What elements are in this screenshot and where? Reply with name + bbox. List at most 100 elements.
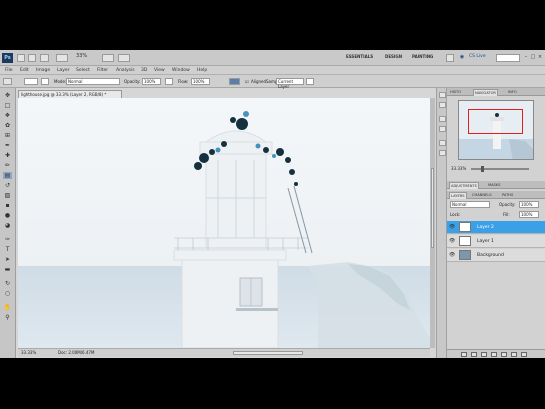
airbrush-toggle[interactable]	[229, 78, 240, 85]
menu-analysis[interactable]: Analysis	[116, 68, 135, 73]
brush-size-picker[interactable]	[24, 78, 38, 85]
history-brush-tool-icon[interactable]: ↺	[3, 182, 12, 189]
dodge-tool-icon[interactable]: ◕	[3, 222, 12, 229]
new-layer-icon[interactable]	[511, 352, 517, 357]
menu-3d[interactable]: 3D	[141, 68, 147, 73]
horizontal-scrollbar[interactable]	[233, 351, 303, 355]
character-panel-icon[interactable]	[439, 140, 446, 146]
marquee-tool-icon[interactable]: □	[3, 102, 12, 109]
workspace-design[interactable]: DESIGN	[385, 54, 402, 59]
menu-edit[interactable]: Edit	[20, 68, 29, 73]
link-layers-icon[interactable]	[461, 352, 467, 357]
tab-navigator[interactable]: NAVIGATOR	[473, 89, 498, 96]
clone-stamp-preset-icon[interactable]	[3, 78, 12, 85]
workspace-painting[interactable]: PAINTING	[412, 54, 433, 59]
3d-rotate-tool-icon[interactable]: ↻	[3, 280, 12, 287]
aligned-checkbox[interactable]: ☑	[245, 79, 249, 84]
zoom-tool-icon[interactable]: ⚲	[3, 314, 12, 321]
ignore-adjustment-toggle[interactable]	[306, 78, 314, 85]
visibility-eye-icon[interactable]: 👁	[449, 224, 455, 230]
menu-layer[interactable]: Layer	[57, 68, 70, 73]
shape-tool-icon[interactable]: ▬	[3, 266, 12, 273]
adjustment-layer-icon[interactable]	[491, 352, 497, 357]
document-canvas[interactable]	[18, 98, 430, 348]
add-mask-icon[interactable]	[481, 352, 487, 357]
blend-mode-select[interactable]: Normal	[450, 201, 490, 208]
cs-live-icon[interactable]: ◉	[459, 53, 465, 61]
tab-adjustments[interactable]: ADJUSTMENTS	[449, 182, 479, 189]
gradient-tool-icon[interactable]: ▪	[3, 202, 12, 209]
tab-masks[interactable]: MASKS	[487, 182, 501, 189]
menu-image[interactable]: Image	[36, 68, 50, 73]
layer-style-icon[interactable]	[471, 352, 477, 357]
layer-row-background[interactable]: 👁 Background	[447, 249, 545, 262]
history-panel-icon[interactable]	[439, 92, 446, 98]
eyedropper-tool-icon[interactable]: ✒	[3, 142, 12, 149]
navigator-zoom-value[interactable]: 33.33%	[451, 166, 466, 171]
more-workspaces-button[interactable]	[446, 54, 454, 62]
opacity-field[interactable]: 100%	[142, 78, 161, 85]
vertical-scrollbar[interactable]	[430, 98, 435, 348]
tab-info[interactable]: INFO	[507, 89, 518, 96]
actions-panel-icon[interactable]	[439, 102, 446, 108]
navigator-zoom-slider[interactable]	[471, 166, 529, 172]
tab-histogram[interactable]: HISTO	[449, 89, 462, 96]
layer-fill-field[interactable]: 100%	[519, 211, 539, 218]
type-tool-icon[interactable]: T	[3, 246, 12, 253]
quick-selection-tool-icon[interactable]: ✿	[3, 122, 12, 129]
extras-button[interactable]	[40, 54, 49, 62]
visibility-eye-icon[interactable]: 👁	[449, 238, 455, 244]
cs-live-label[interactable]: CS Live	[469, 54, 486, 59]
menu-select[interactable]: Select	[76, 68, 90, 73]
mini-bridge-button[interactable]	[28, 54, 36, 62]
menu-view[interactable]: View	[154, 68, 165, 73]
sample-select[interactable]: Current Layer	[276, 78, 304, 89]
blur-tool-icon[interactable]: ●	[3, 212, 12, 219]
minimize-icon[interactable]: –	[523, 53, 529, 61]
menu-filter[interactable]: Filter	[97, 68, 108, 73]
eraser-tool-icon[interactable]: ▧	[3, 192, 12, 199]
tab-channels[interactable]: CHANNELS	[471, 192, 493, 199]
search-input[interactable]	[496, 54, 520, 62]
document-tab[interactable]: lighthouse.jpg @ 33.3% (Layer 2, RGB/8) …	[18, 90, 122, 98]
bridge-button[interactable]	[17, 54, 25, 62]
3d-camera-tool-icon[interactable]: ○	[3, 290, 12, 297]
clone-source-panel-icon[interactable]	[439, 126, 446, 132]
menu-window[interactable]: Window	[172, 68, 190, 73]
workspace-essentials[interactable]: ESSENTIALS	[346, 54, 373, 59]
arrange-documents-button[interactable]	[102, 54, 114, 62]
crop-tool-icon[interactable]: ⊞	[3, 132, 12, 139]
paragraph-panel-icon[interactable]	[439, 150, 446, 156]
maximize-icon[interactable]: □	[530, 53, 536, 61]
clone-source-toggle[interactable]	[41, 78, 49, 85]
layer-row-layer-2[interactable]: 👁 Layer 2	[447, 221, 545, 234]
navigator-slider-knob[interactable]	[481, 166, 484, 172]
move-tool-icon[interactable]: ✥	[3, 92, 12, 99]
screen-mode-button[interactable]	[118, 54, 130, 62]
menu-help[interactable]: Help	[197, 68, 207, 73]
clone-stamp-tool-icon[interactable]: ▤	[3, 172, 12, 179]
healing-brush-tool-icon[interactable]: ✚	[3, 152, 12, 159]
scroll-thumb[interactable]	[431, 168, 434, 248]
close-icon[interactable]: ×	[537, 53, 543, 61]
visibility-eye-icon[interactable]: 👁	[449, 252, 455, 258]
navigator-preview[interactable]	[458, 100, 534, 160]
tab-paths[interactable]: PATHS	[501, 192, 514, 199]
tab-layers[interactable]: LAYERS	[449, 192, 467, 199]
layer-row-layer-1[interactable]: 👁 Layer 1	[447, 235, 545, 248]
lasso-tool-icon[interactable]: ❖	[3, 112, 12, 119]
layer-opacity-field[interactable]: 100%	[519, 201, 539, 208]
status-zoom[interactable]: 33.33%	[21, 349, 36, 357]
mode-select[interactable]: Normal	[66, 78, 120, 85]
brush-panel-icon[interactable]	[439, 116, 446, 122]
menu-file[interactable]: File	[5, 68, 13, 73]
flow-field[interactable]: 100%	[191, 78, 210, 85]
path-selection-tool-icon[interactable]: ➤	[3, 256, 12, 263]
navigator-view-box[interactable]	[468, 109, 523, 134]
delete-layer-icon[interactable]	[521, 352, 527, 357]
zoom-dropdown[interactable]	[56, 54, 68, 62]
hand-tool-icon[interactable]: ✋	[3, 304, 12, 311]
brush-tool-icon[interactable]: ✏	[3, 162, 12, 169]
pressure-opacity-toggle[interactable]	[165, 78, 173, 85]
pen-tool-icon[interactable]: ✑	[3, 236, 12, 243]
